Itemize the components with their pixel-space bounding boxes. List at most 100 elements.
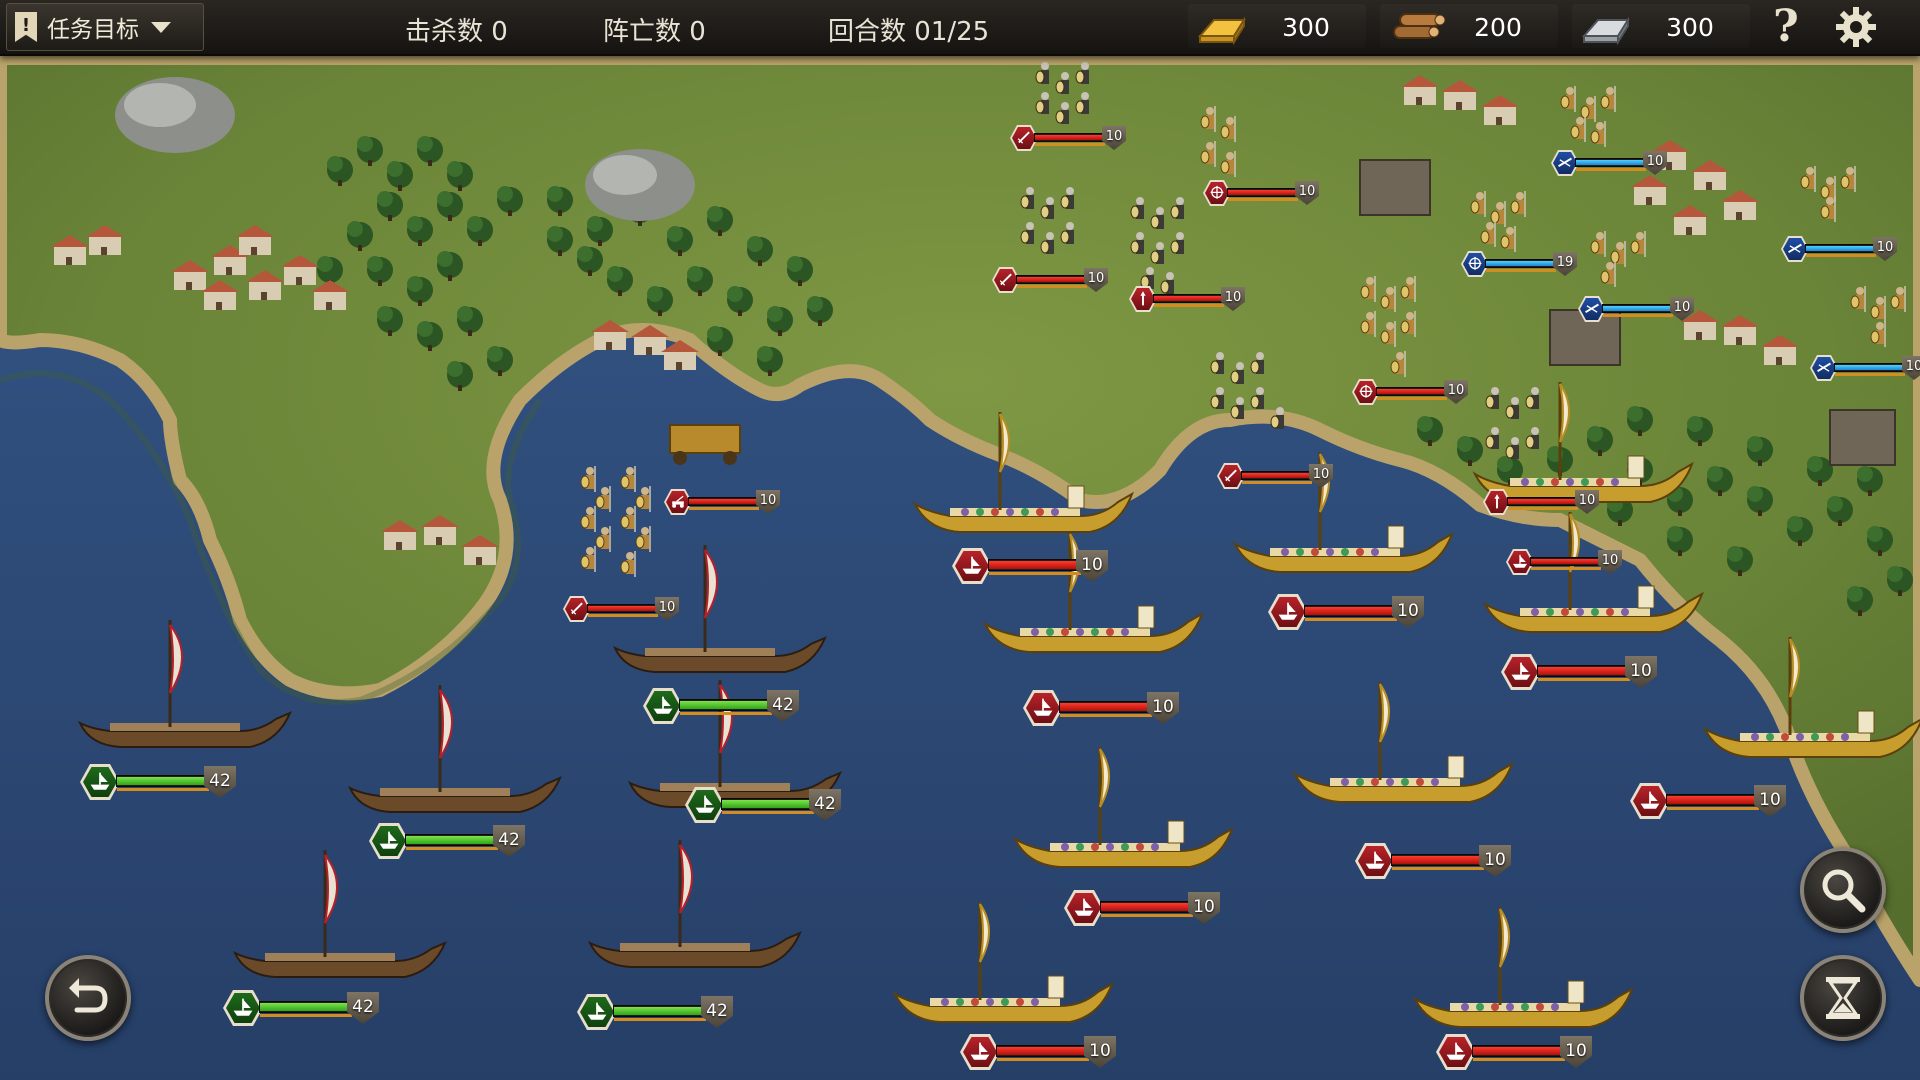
unit-count: 10: [759, 493, 777, 508]
health-bar-fill: [1531, 559, 1601, 564]
cavalry-icon: [1817, 362, 1831, 373]
mission-objective-button[interactable]: ! 任务目标: [6, 3, 204, 51]
health-bar-fill: [1154, 296, 1224, 301]
unit-count: 10: [1601, 553, 1619, 568]
unit-count: 10: [1484, 850, 1506, 870]
unit-count: 42: [706, 1001, 728, 1021]
unit-count: 42: [352, 997, 374, 1017]
unit-count: 10: [1298, 184, 1316, 199]
morale-bar-fill: [1060, 714, 1152, 717]
undo-icon: [69, 978, 108, 1013]
morale-bar-fill: [1806, 254, 1876, 257]
mission-objective-label: 任务目标: [47, 17, 139, 43]
health-bar: [1059, 701, 1153, 717]
health-bar-fill: [997, 1047, 1089, 1055]
wood-resource: 200: [1380, 4, 1558, 48]
morale-bar-fill: [1305, 618, 1397, 621]
morale-bar-fill: [1017, 285, 1087, 288]
health-bar-fill: [1101, 903, 1193, 911]
morale-bar-fill: [260, 1014, 352, 1017]
morale-bar-fill: [1538, 678, 1630, 681]
health-bar: [1100, 901, 1194, 917]
health-bar-fill: [1576, 160, 1646, 165]
health-bar-fill: [1806, 246, 1876, 251]
ship-icon: [1074, 898, 1094, 916]
health-bar-fill: [1667, 796, 1759, 804]
spear-icon: [1140, 291, 1146, 306]
health-bar-fill: [588, 606, 658, 611]
iron-value: 300: [1666, 13, 1714, 42]
health-bar: [688, 497, 760, 510]
health-bar-fill: [989, 561, 1081, 569]
health-bar-fill: [1603, 306, 1673, 311]
health-bar: [1472, 1045, 1566, 1061]
catapult-icon: [672, 495, 684, 508]
morale-bar-fill: [989, 572, 1081, 575]
unit-count: 10: [1759, 790, 1781, 810]
health-bar: [679, 699, 773, 715]
health-bar-fill: [1228, 190, 1298, 195]
help-button[interactable]: ?: [1767, 1, 1811, 52]
deaths-label: 阵亡数: [603, 17, 682, 47]
end-turn-button[interactable]: [1800, 955, 1886, 1041]
morale-bar-fill: [1228, 198, 1298, 201]
ship-icon: [695, 795, 715, 813]
top-hud: ! 任务目标 击杀数 0 阵亡数 0 回合数 01/25 300 200 300…: [0, 0, 1920, 56]
rounds-label: 回合数: [828, 17, 907, 47]
health-bar-fill: [1473, 1047, 1565, 1055]
archer-icon: [1210, 185, 1224, 199]
undo-button[interactable]: [45, 955, 131, 1041]
health-bar: [1666, 794, 1760, 810]
health-bar-fill: [117, 777, 209, 785]
ship-icon: [379, 831, 399, 849]
unit-count: 10: [1578, 493, 1596, 508]
morale-bar-fill: [117, 788, 209, 791]
settings-button[interactable]: [1834, 5, 1878, 49]
ship-icon: [90, 772, 110, 790]
inspect-button[interactable]: [1800, 847, 1886, 933]
unit-count: 19: [1556, 255, 1574, 270]
help-icon: ?: [1773, 1, 1799, 52]
morale-bar-fill: [614, 1018, 706, 1021]
health-bar: [1034, 133, 1106, 146]
archer-icon: [1468, 256, 1482, 270]
health-bar-fill: [1486, 261, 1556, 266]
morale-bar-fill: [722, 811, 814, 814]
morale-bar-fill: [997, 1058, 1089, 1061]
gold-resource: 300: [1188, 4, 1366, 48]
unit-count: 10: [1630, 661, 1652, 681]
health-bar-fill: [1017, 277, 1087, 282]
morale-bar-fill: [1508, 507, 1578, 510]
health-bar: [613, 1005, 707, 1021]
unit-count: 42: [209, 771, 231, 791]
unit-count: 10: [1646, 154, 1664, 169]
cavalry-icon: [1788, 243, 1802, 254]
unit-count: 42: [814, 794, 836, 814]
morale-bar-fill: [1531, 567, 1601, 570]
deaths-value: 0: [689, 17, 706, 47]
health-bar: [1575, 158, 1647, 171]
health-bar-fill: [260, 1003, 352, 1011]
unit-count: 10: [658, 600, 676, 615]
health-bar-fill: [1305, 607, 1397, 615]
health-bar-fill: [1508, 499, 1578, 504]
sword-icon: [1224, 469, 1237, 482]
ship-icon: [1446, 1042, 1466, 1060]
unit-count: 42: [772, 695, 794, 715]
unit-count: 10: [1312, 467, 1330, 482]
unit-count: 10: [1876, 240, 1894, 255]
health-bar: [721, 798, 815, 814]
health-bar: [1016, 275, 1088, 288]
unit-count: 10: [1673, 300, 1691, 315]
kills-counter: 击杀数 0: [405, 11, 508, 48]
rounds-value: 01/25: [914, 17, 990, 47]
ship-icon: [233, 998, 253, 1016]
morale-bar-fill: [406, 847, 498, 850]
health-bar: [1485, 259, 1557, 272]
morale-bar-fill: [1576, 168, 1646, 171]
magnifier-icon: [1822, 869, 1866, 913]
wood-value: 200: [1474, 13, 1522, 42]
unit-count: 10: [1905, 359, 1920, 374]
health-bar: [996, 1045, 1090, 1061]
morale-bar-fill: [1473, 1058, 1565, 1061]
